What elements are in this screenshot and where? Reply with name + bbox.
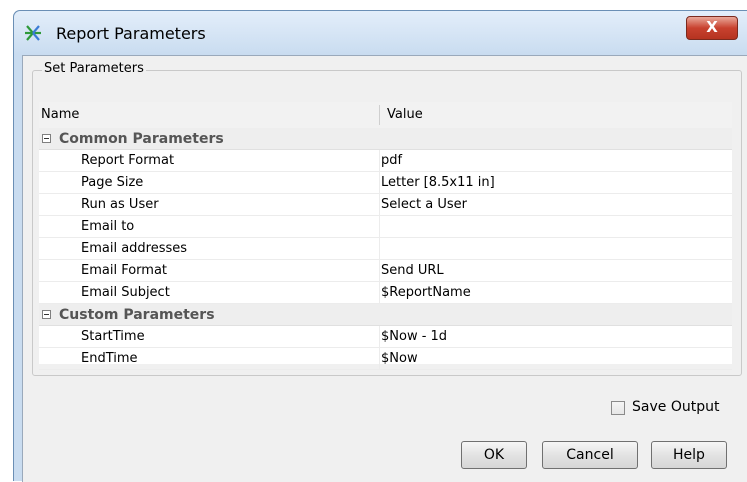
table-row[interactable]: StartTime $Now - 1d bbox=[39, 326, 732, 348]
column-header-name[interactable]: Name bbox=[41, 102, 371, 128]
table-row[interactable]: Email to bbox=[39, 216, 732, 238]
param-name: Email Subject bbox=[81, 285, 170, 300]
dialog-window: Report Parameters X Set Parameters Name … bbox=[13, 10, 747, 482]
table-row[interactable]: EndTime $Now bbox=[39, 348, 732, 370]
param-name: Page Size bbox=[81, 175, 144, 190]
group-label: Set Parameters bbox=[42, 61, 146, 76]
report-params-icon bbox=[25, 25, 41, 41]
ok-button[interactable]: OK bbox=[461, 441, 527, 469]
table-row[interactable]: Email Format Send URL bbox=[39, 260, 732, 282]
window-title: Report Parameters bbox=[56, 24, 206, 43]
save-output-checkbox[interactable] bbox=[611, 401, 625, 415]
table-header: Name Value bbox=[39, 102, 732, 129]
section-custom-parameters[interactable]: Custom Parameters bbox=[39, 304, 732, 326]
param-name: Email to bbox=[81, 219, 135, 234]
param-value[interactable]: Letter [8.5x11 in] bbox=[381, 172, 726, 194]
param-name: EndTime bbox=[81, 351, 138, 366]
cancel-button[interactable]: Cancel bbox=[542, 441, 638, 469]
close-icon: X bbox=[706, 18, 718, 36]
param-value[interactable]: $Now - 1d bbox=[381, 326, 726, 348]
parameters-table: Name Value Common Parameters Report Form… bbox=[39, 102, 732, 370]
table-row[interactable]: Email Subject $ReportName bbox=[39, 282, 732, 304]
dialog-body: Set Parameters Name Value Common Paramet… bbox=[22, 55, 747, 482]
param-name: Email addresses bbox=[81, 241, 188, 256]
param-value[interactable] bbox=[381, 238, 726, 260]
param-value[interactable]: Send URL bbox=[381, 260, 726, 282]
column-header-value[interactable]: Value bbox=[387, 102, 423, 128]
collapse-icon[interactable] bbox=[42, 310, 51, 319]
table-row[interactable]: Page Size Letter [8.5x11 in] bbox=[39, 172, 732, 194]
save-output-label[interactable]: Save Output bbox=[632, 399, 719, 415]
section-label: Common Parameters bbox=[59, 131, 224, 147]
table-row[interactable]: Run as User Select a User bbox=[39, 194, 732, 216]
param-name: Report Format bbox=[81, 153, 175, 168]
collapse-icon[interactable] bbox=[42, 134, 51, 143]
param-name: StartTime bbox=[81, 329, 145, 344]
table-row[interactable]: Report Format pdf bbox=[39, 150, 732, 172]
section-common-parameters[interactable]: Common Parameters bbox=[39, 128, 732, 150]
param-value[interactable]: Select a User bbox=[381, 194, 726, 216]
param-name: Email Format bbox=[81, 263, 168, 278]
param-value[interactable] bbox=[381, 216, 726, 238]
help-button[interactable]: Help bbox=[651, 441, 727, 469]
close-button[interactable]: X bbox=[686, 16, 738, 40]
title-bar[interactable]: Report Parameters X bbox=[14, 11, 747, 55]
column-divider[interactable] bbox=[379, 105, 380, 125]
table-row[interactable]: Email addresses bbox=[39, 238, 732, 260]
param-value[interactable]: $ReportName bbox=[381, 282, 726, 304]
param-value[interactable]: pdf bbox=[381, 150, 726, 172]
set-parameters-group: Set Parameters Name Value Common Paramet… bbox=[32, 61, 742, 376]
param-name: Run as User bbox=[81, 197, 159, 212]
section-label: Custom Parameters bbox=[59, 307, 215, 323]
param-value[interactable]: $Now bbox=[381, 348, 726, 370]
